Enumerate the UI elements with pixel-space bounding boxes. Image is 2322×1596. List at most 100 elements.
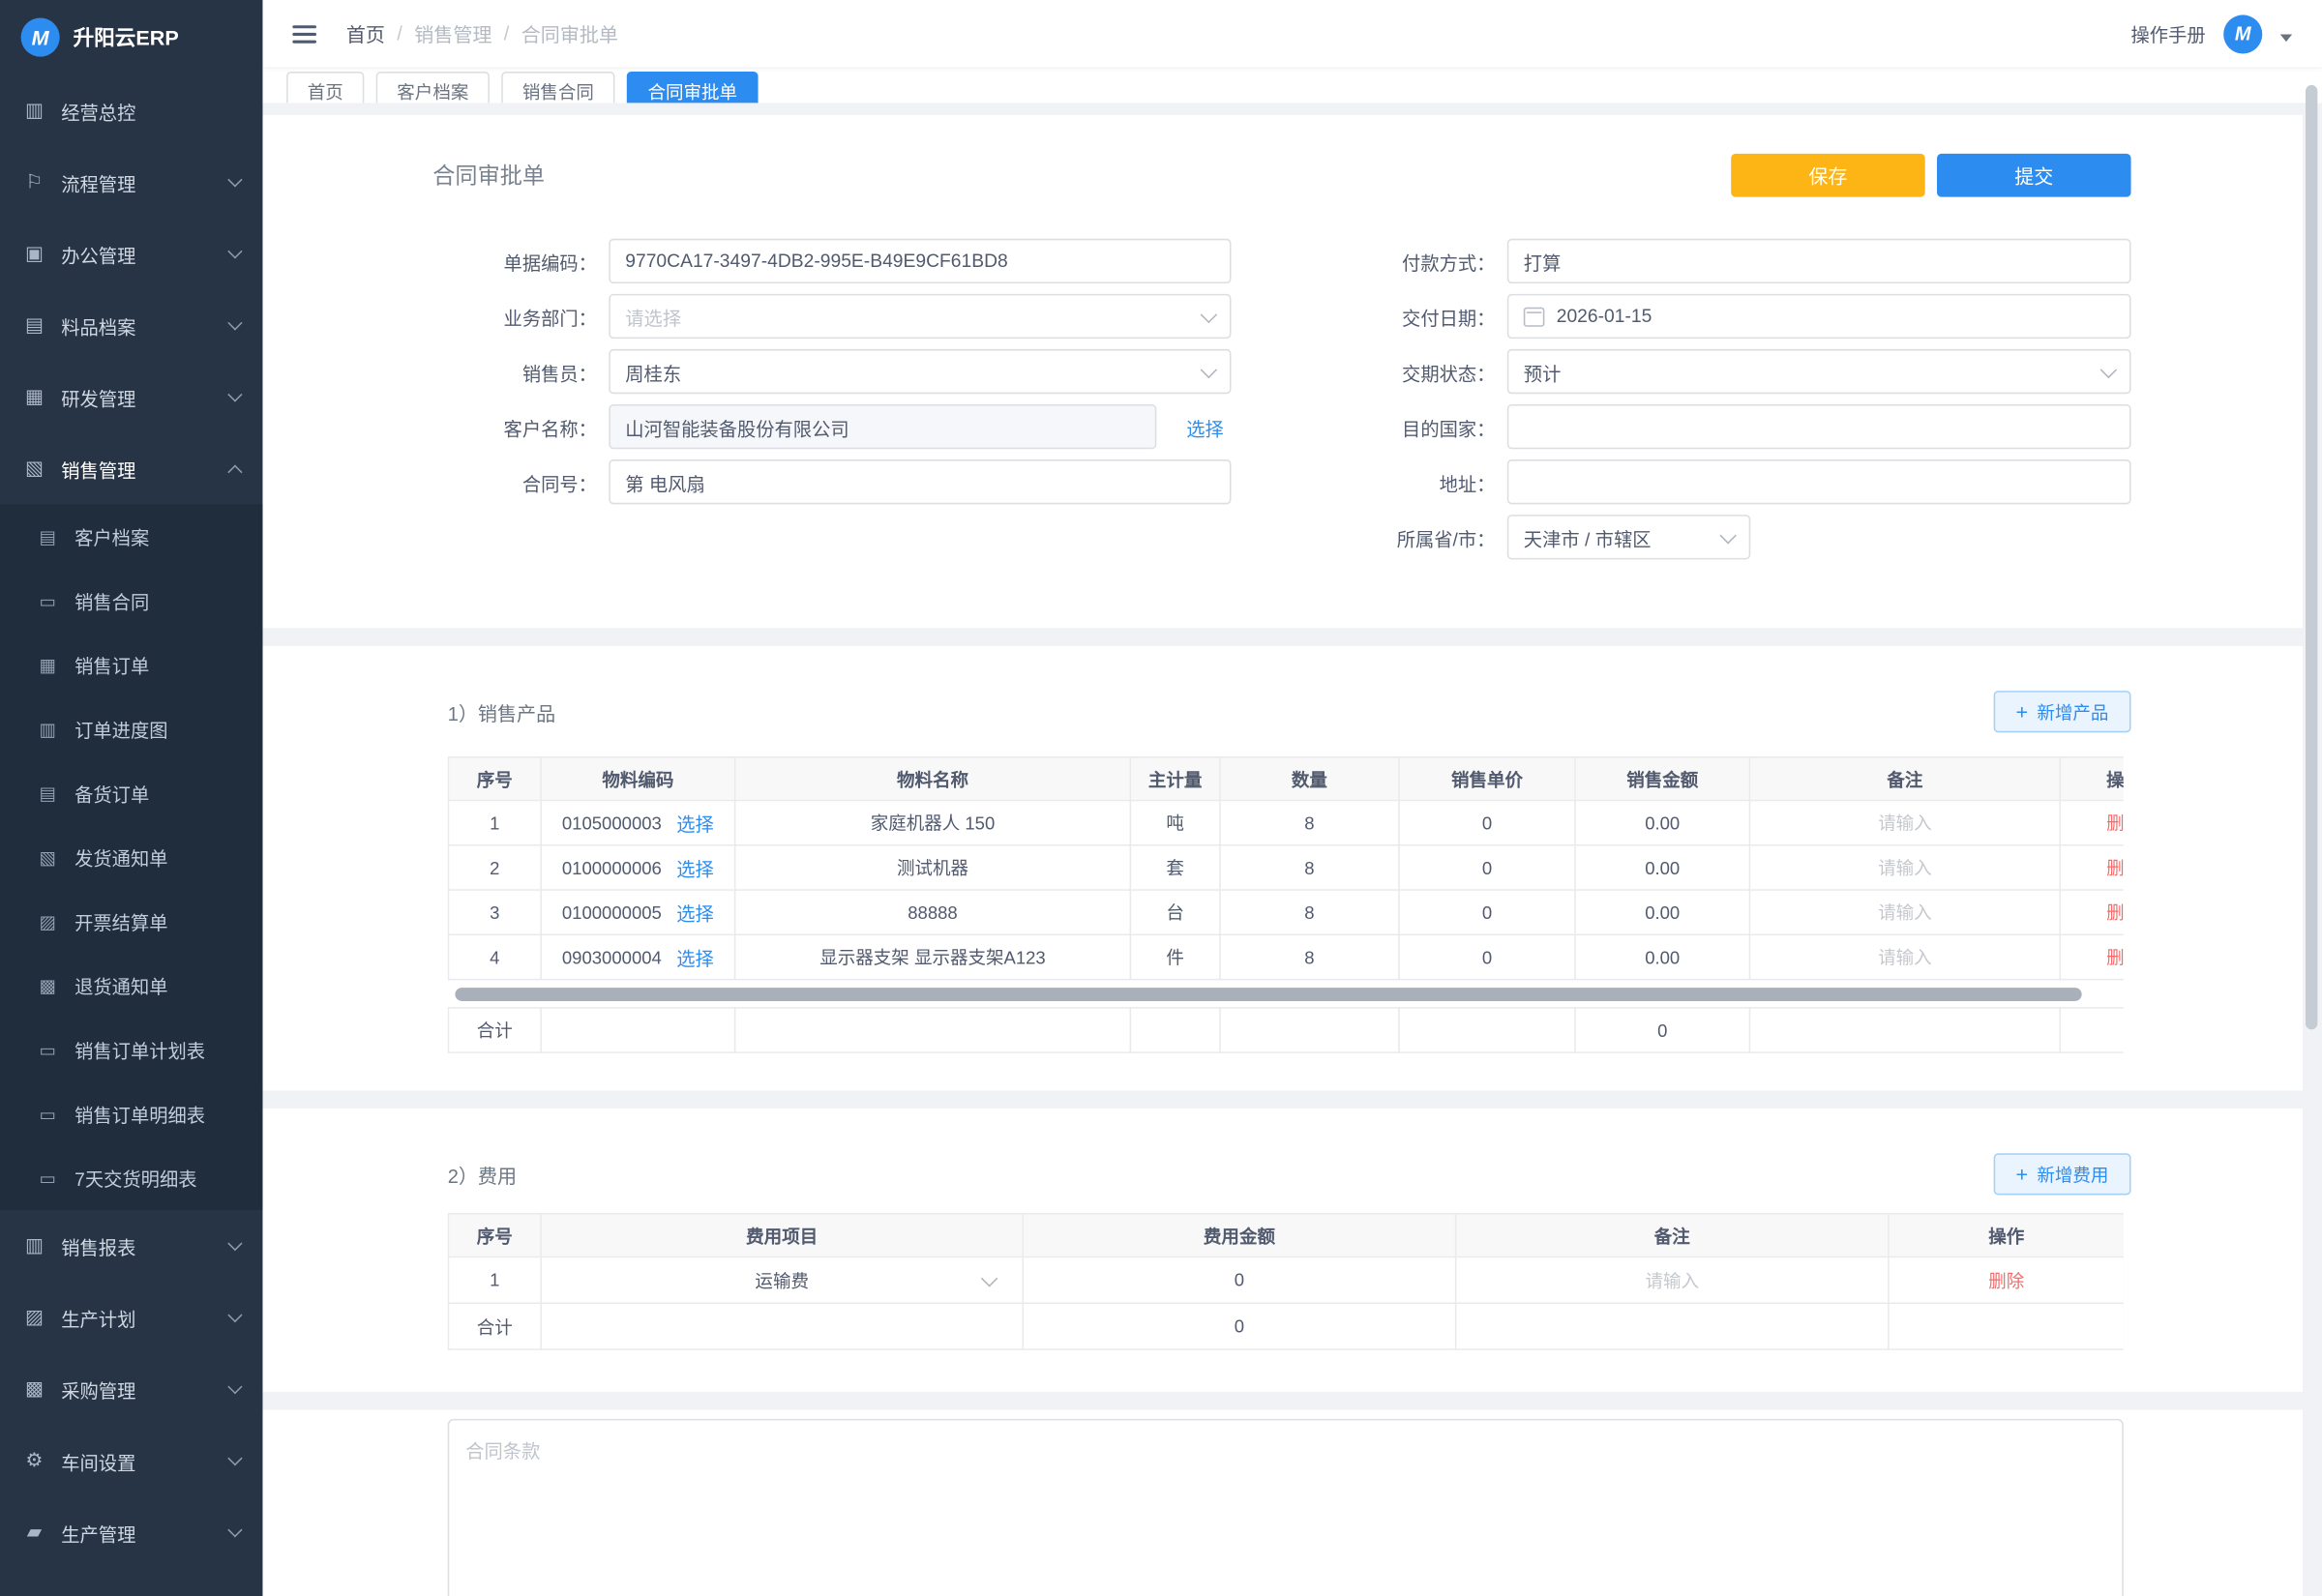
delivery-date-input[interactable]: 2026-01-15	[1507, 294, 2131, 339]
customer-input	[609, 404, 1156, 449]
save-button[interactable]: 保存	[1731, 154, 1925, 197]
breadcrumb-home[interactable]: 首页	[346, 19, 385, 47]
sidebar-item-order-progress[interactable]: ▥ 订单进度图	[0, 696, 262, 760]
manual-link[interactable]: 操作手册	[2131, 19, 2206, 47]
products-header-row: 序号 物料编码 物料名称 主计量 数量 销售单价 销售金额 备注 操作	[448, 757, 2123, 801]
add-fee-button[interactable]: + 新增费用	[1993, 1153, 2130, 1195]
chevron-down-icon	[227, 1236, 242, 1251]
address-input[interactable]	[1507, 459, 2131, 504]
sidebar-item-purchasing-mgmt[interactable]: ▩ 采购管理	[0, 1353, 262, 1425]
product-price[interactable]: 0	[1399, 800, 1575, 844]
vertical-scrollbar-thumb[interactable]	[2306, 85, 2317, 1029]
sidebar-item-label: 退货通知单	[74, 971, 167, 999]
sidebar-item-label: 开票结算单	[74, 907, 167, 935]
contract-no-input[interactable]	[609, 459, 1231, 504]
sidebar-item-return-notice[interactable]: ▩ 退货通知单	[0, 954, 262, 1018]
province-city-label: 所属省/市：	[1346, 523, 1495, 551]
sidebar-item-sales-order-detail[interactable]: ▭ 销售订单明细表	[0, 1081, 262, 1145]
contract-form-card: 合同审批单 保存 提交 单据编码： 业务部门：	[262, 115, 2302, 629]
dest-country-input[interactable]	[1507, 404, 2131, 449]
product-price[interactable]: 0	[1399, 890, 1575, 934]
select-customer-link[interactable]: 选择	[1186, 412, 1224, 440]
product-actions: 删除	[2060, 934, 2124, 979]
chevron-down-icon	[1719, 526, 1736, 543]
sidebar-item-rnd-mgmt[interactable]: ▦ 研发管理	[0, 361, 262, 432]
sidebar-item-sales-contract[interactable]: ▭ 销售合同	[0, 569, 262, 633]
fee-item-select[interactable]: 运输费	[541, 1256, 1023, 1303]
product-qty[interactable]: 8	[1220, 800, 1399, 844]
sidebar-item-process-mgmt[interactable]: ⚐ 流程管理	[0, 146, 262, 218]
province-city-select[interactable]: 天津市 / 市辖区	[1507, 515, 1750, 559]
salesperson-select[interactable]: 周桂东	[609, 349, 1231, 394]
delete-product-link[interactable]: 删除	[2106, 902, 2124, 924]
menu-toggle-icon[interactable]	[292, 24, 316, 43]
col-header-actions: 操作	[2060, 757, 2124, 801]
sidebar-item-production-plan[interactable]: ▨ 生产计划	[0, 1282, 262, 1353]
calendar-icon	[1524, 307, 1545, 326]
add-product-button[interactable]: + 新增产品	[1993, 691, 2130, 732]
col-header-index: 序号	[448, 1214, 541, 1257]
tab-customer-archive[interactable]: 客户档案	[376, 72, 490, 103]
product-note-input[interactable]: 请输入	[1749, 890, 2060, 934]
app-logo[interactable]: M 升阳云ERP	[0, 0, 262, 74]
sidebar-item-invoice-settlement[interactable]: ▨ 开票结算单	[0, 889, 262, 953]
delete-product-link[interactable]: 删除	[2106, 858, 2124, 879]
product-note-input[interactable]: 请输入	[1749, 800, 2060, 844]
product-code-cell: 0100000005选择	[541, 890, 735, 934]
delete-fee-link[interactable]: 删除	[1988, 1270, 2024, 1291]
sidebar-item-production-mgmt[interactable]: ▰ 生产管理	[0, 1496, 262, 1568]
tab-sales-contract[interactable]: 销售合同	[501, 72, 614, 103]
contract-terms-textarea[interactable]	[448, 1419, 2124, 1596]
product-note-input[interactable]: 请输入	[1749, 845, 2060, 890]
product-price[interactable]: 0	[1399, 845, 1575, 890]
select-material-link[interactable]: 选择	[676, 809, 714, 837]
office-icon: ▣	[22, 242, 46, 266]
table-icon: ▩	[36, 975, 60, 996]
sidebar-item-sales-order-plan[interactable]: ▭ 销售订单计划表	[0, 1018, 262, 1081]
horizontal-scrollbar-thumb[interactable]	[455, 988, 2081, 1001]
delivery-status-select[interactable]: 预计	[1507, 349, 2131, 394]
product-qty[interactable]: 8	[1220, 934, 1399, 979]
sidebar-item-workshop-settings[interactable]: ⚙ 车间设置	[0, 1425, 262, 1496]
doc-code-input[interactable]	[609, 239, 1231, 283]
product-row: 2 0100000006选择 测试机器 套 8 0 0.00 请输入 删除	[448, 845, 2123, 890]
delete-product-link[interactable]: 删除	[2106, 947, 2124, 968]
sidebar-item-office-mgmt[interactable]: ▣ 办公管理	[0, 218, 262, 289]
product-index: 4	[448, 934, 541, 979]
sidebar-item-shipping-notice[interactable]: ▧ 发货通知单	[0, 825, 262, 889]
product-qty[interactable]: 8	[1220, 845, 1399, 890]
fee-amount[interactable]: 0	[1023, 1256, 1455, 1303]
delete-product-link[interactable]: 删除	[2106, 813, 2124, 835]
tab-home[interactable]: 首页	[286, 72, 364, 103]
user-avatar[interactable]: M	[2223, 15, 2262, 53]
sidebar-item-sales-mgmt[interactable]: ▧ 销售管理	[0, 432, 262, 504]
sidebar-item-7day-delivery-detail[interactable]: ▭ 7天交货明细表	[0, 1146, 262, 1210]
payment-input[interactable]	[1507, 239, 2131, 283]
select-material-link[interactable]: 选择	[676, 899, 714, 927]
submit-button[interactable]: 提交	[1937, 154, 2131, 197]
sidebar-item-sales-report[interactable]: ▥ 销售报表	[0, 1210, 262, 1282]
fee-note-input[interactable]: 请输入	[1456, 1256, 1889, 1303]
user-menu-caret-icon[interactable]	[2280, 34, 2292, 42]
product-name: 88888	[735, 890, 1131, 934]
product-qty[interactable]: 8	[1220, 890, 1399, 934]
sidebar-item-customer-archive[interactable]: ▤ 客户档案	[0, 504, 262, 568]
sidebar-item-business-overview[interactable]: ▥ 经营总控	[0, 74, 262, 146]
breadcrumb-sales-mgmt[interactable]: 销售管理	[414, 19, 491, 47]
product-price[interactable]: 0	[1399, 934, 1575, 979]
product-unit: 吨	[1130, 800, 1220, 844]
select-material-link[interactable]: 选择	[676, 853, 714, 881]
select-material-link[interactable]: 选择	[676, 943, 714, 971]
sidebar-item-sales-order[interactable]: ▦ 销售订单	[0, 633, 262, 696]
department-select[interactable]: 请选择	[609, 294, 1231, 339]
fees-header-row: 序号 费用项目 费用金额 备注 操作	[448, 1214, 2123, 1257]
col-header-fee-item: 费用项目	[541, 1214, 1023, 1257]
sidebar-item-label: 销售管理	[61, 455, 135, 483]
gear-icon: ⚙	[22, 1449, 46, 1473]
sidebar-item-stock-order[interactable]: ▤ 备货订单	[0, 761, 262, 825]
products-horizontal-scrollbar	[448, 988, 2124, 1002]
doc-code-label: 单据编码：	[448, 247, 597, 275]
sidebar-item-material-archive[interactable]: ▤ 料品档案	[0, 289, 262, 361]
product-note-input[interactable]: 请输入	[1749, 934, 2060, 979]
tab-contract-approval[interactable]: 合同审批单	[627, 72, 759, 103]
